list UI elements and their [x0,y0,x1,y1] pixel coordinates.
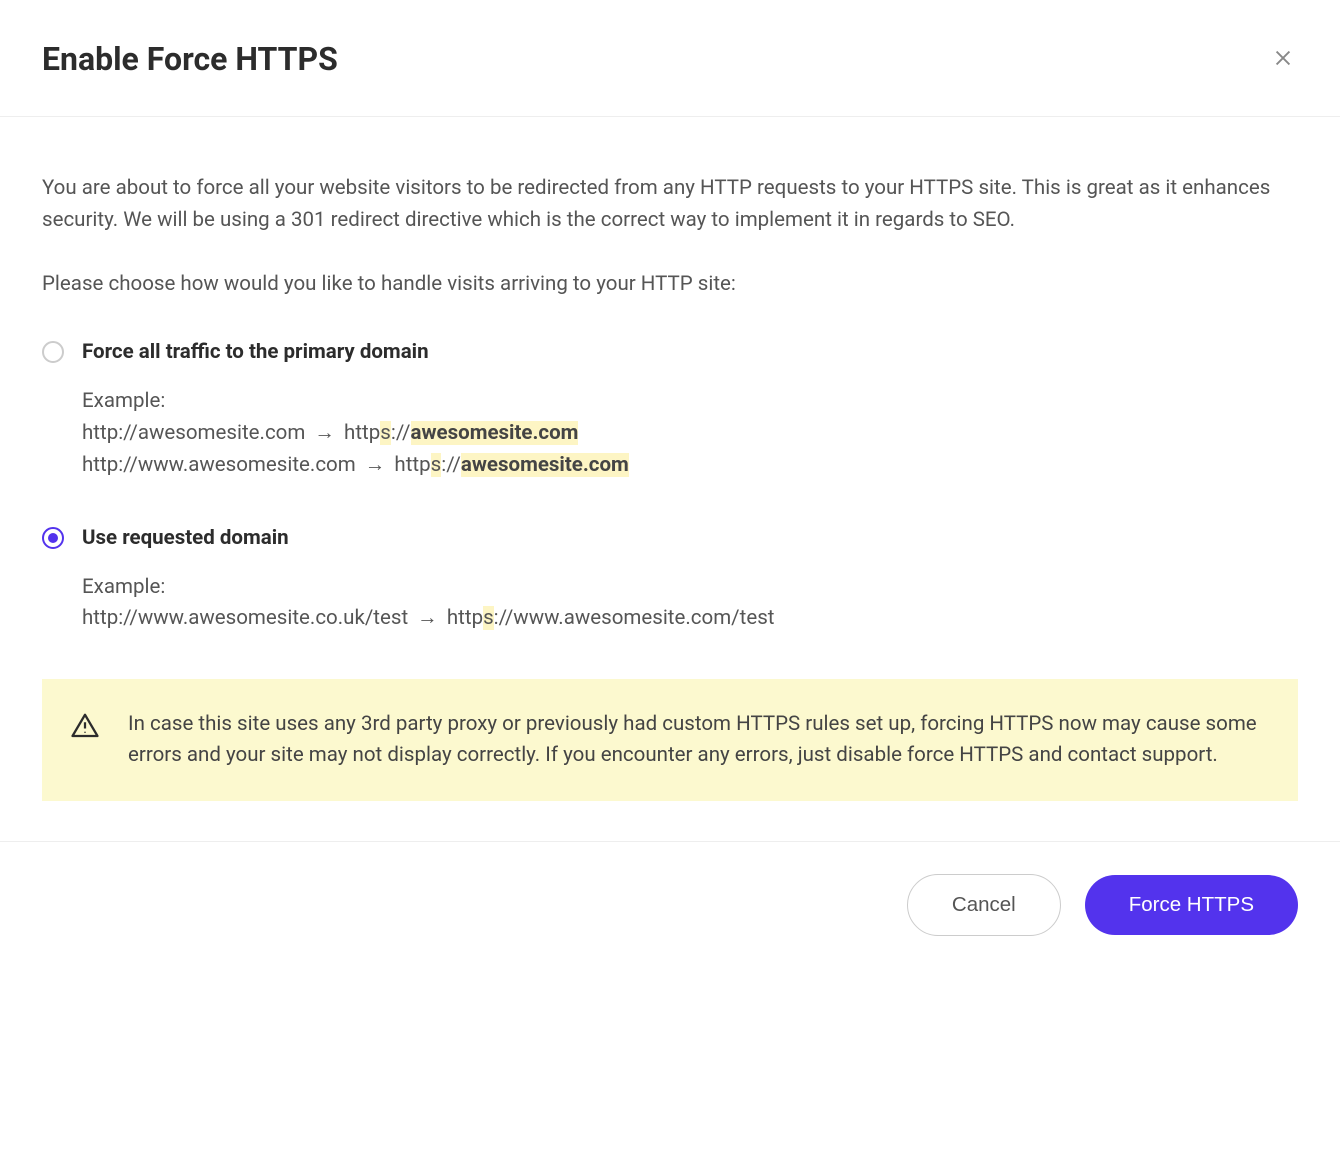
example-from: http://www.awesomesite.co.uk/test [82,606,408,630]
warning-text: In case this site uses any 3rd party pro… [128,709,1266,771]
radio-label[interactable]: Force all traffic to the primary domain [82,340,429,364]
example-to-rest: ://www.awesomesite.com/test [494,606,775,630]
example-line: http://www.awesomesite.co.uk/test → http… [82,603,1298,635]
close-icon [1272,47,1294,72]
modal-title: Enable Force HTTPS [42,40,338,78]
example-to-s: s [483,606,494,630]
radio-option-requested-domain: Use requested domain Example: http://www… [42,526,1298,636]
warning-icon [70,711,100,741]
modal-header: Enable Force HTTPS [0,0,1340,117]
arrow-right-icon: → [417,603,438,635]
example-from: http://awesomesite.com [82,421,305,445]
example-to-prefix: http [447,606,483,630]
example-to-s: s [431,453,442,477]
warning-box: In case this site uses any 3rd party pro… [42,679,1298,801]
force-https-button[interactable]: Force HTTPS [1085,875,1298,935]
radio-label[interactable]: Use requested domain [82,526,289,550]
example-to-highlight: awesomesite.com [411,421,579,445]
radio-input-requested-domain[interactable] [42,527,64,549]
radio-option-primary-domain: Force all traffic to the primary domain … [42,340,1298,481]
example-block: Example: http://awesomesite.com → https:… [82,386,1298,481]
example-to-sep: :// [391,421,411,445]
radio-row[interactable]: Force all traffic to the primary domain [42,340,1298,364]
prompt-text: Please choose how would you like to hand… [42,269,1298,301]
example-to-s: s [380,421,391,445]
example-label: Example: [82,386,1298,418]
example-block: Example: http://www.awesomesite.co.uk/te… [82,572,1298,636]
example-to-prefix: http [344,421,380,445]
example-to-highlight: awesomesite.com [461,453,629,477]
example-line: http://www.awesomesite.com → https://awe… [82,450,1298,482]
radio-row[interactable]: Use requested domain [42,526,1298,550]
example-from: http://www.awesomesite.com [82,453,356,477]
radio-input-primary-domain[interactable] [42,341,64,363]
example-to-prefix: http [394,453,430,477]
example-to-sep: :// [441,453,461,477]
intro-text: You are about to force all your website … [42,173,1298,237]
arrow-right-icon: → [314,418,335,450]
cancel-button[interactable]: Cancel [907,874,1061,936]
close-button[interactable] [1268,43,1298,76]
modal-body: You are about to force all your website … [0,117,1340,841]
modal-footer: Cancel Force HTTPS [0,841,1340,978]
arrow-right-icon: → [365,450,386,482]
example-line: http://awesomesite.com → https://awesome… [82,418,1298,450]
example-label: Example: [82,572,1298,604]
